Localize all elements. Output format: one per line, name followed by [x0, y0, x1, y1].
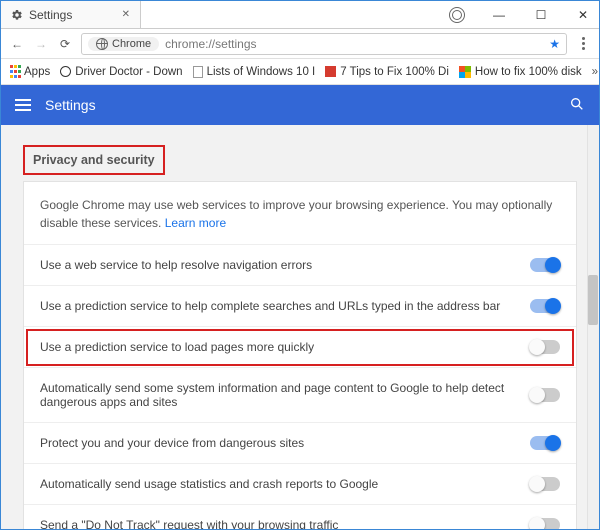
- setting-label: Automatically send some system informati…: [40, 381, 520, 409]
- apps-icon: [9, 65, 20, 79]
- window-titlebar: Settings ✕ — ☐ ✕: [1, 1, 599, 29]
- section-title-privacy: Privacy and security: [23, 145, 165, 175]
- scrollbar-thumb[interactable]: [588, 275, 598, 325]
- toggle-switch[interactable]: [530, 258, 560, 272]
- address-url: chrome://settings: [165, 37, 256, 51]
- minimize-button[interactable]: —: [487, 3, 511, 27]
- section-intro: Google Chrome may use web services to im…: [24, 182, 576, 245]
- toggle-knob: [529, 517, 545, 529]
- toggle-knob: [545, 298, 561, 314]
- bookmark-item[interactable]: 7 Tips to Fix 100% Di: [325, 66, 449, 78]
- toggle-switch[interactable]: [530, 477, 560, 491]
- bookmarks-overflow-button[interactable]: »: [592, 66, 598, 78]
- browser-tab[interactable]: Settings ✕: [1, 1, 141, 29]
- bookmark-item[interactable]: Driver Doctor - Down: [60, 66, 182, 78]
- setting-label: Protect you and your device from dangero…: [40, 436, 520, 450]
- setting-row: Automatically send usage statistics and …: [24, 464, 576, 505]
- toggle-switch[interactable]: [530, 299, 560, 313]
- setting-label: Send a "Do Not Track" request with your …: [40, 518, 520, 529]
- app-icon: [325, 66, 336, 77]
- setting-row: Use a web service to help resolve naviga…: [24, 245, 576, 286]
- maximize-button[interactable]: ☐: [529, 3, 553, 27]
- address-origin-chip: Chrome: [88, 37, 159, 51]
- privacy-card: Google Chrome may use web services to im…: [23, 181, 577, 529]
- toggle-knob: [545, 257, 561, 273]
- address-bar[interactable]: Chrome chrome://settings ★: [81, 33, 567, 55]
- reload-button[interactable]: ⟳: [57, 36, 73, 52]
- setting-row: Use a prediction service to help complet…: [24, 286, 576, 327]
- toggle-switch[interactable]: [530, 388, 560, 402]
- tab-title: Settings: [29, 8, 116, 22]
- address-chip-label: Chrome: [112, 38, 151, 50]
- setting-label: Use a prediction service to help complet…: [40, 299, 520, 313]
- profile-icon[interactable]: [445, 3, 469, 27]
- toggle-knob: [529, 339, 545, 355]
- apps-label: Apps: [24, 66, 50, 78]
- bookmark-label: 7 Tips to Fix 100% Di: [340, 66, 449, 78]
- bookmark-item[interactable]: How to fix 100% disk: [459, 66, 582, 78]
- learn-more-link[interactable]: Learn more: [165, 216, 226, 230]
- settings-title: Settings: [45, 97, 96, 113]
- intro-text: Google Chrome may use web services to im…: [40, 198, 552, 230]
- setting-row: Protect you and your device from dangero…: [24, 423, 576, 464]
- browser-menu-button[interactable]: [575, 36, 591, 52]
- bookmark-label: Driver Doctor - Down: [75, 66, 182, 78]
- close-window-button[interactable]: ✕: [571, 3, 595, 27]
- setting-label: Use a web service to help resolve naviga…: [40, 258, 520, 272]
- window-controls: — ☐ ✕: [141, 1, 599, 29]
- bookmarks-bar: Apps Driver Doctor - Down Lists of Windo…: [1, 59, 599, 85]
- toggle-knob: [545, 435, 561, 451]
- toggle-switch[interactable]: [530, 518, 560, 529]
- settings-header: Settings: [1, 85, 599, 125]
- menu-icon[interactable]: [15, 99, 31, 111]
- scrollbar-track[interactable]: [587, 125, 599, 529]
- microsoft-icon: [459, 66, 471, 78]
- apps-shortcut[interactable]: Apps: [9, 65, 50, 79]
- bookmark-label: Lists of Windows 10 I: [207, 66, 316, 78]
- forward-button[interactable]: →: [33, 36, 49, 52]
- bookmark-label: How to fix 100% disk: [475, 66, 582, 78]
- toggle-knob: [529, 476, 545, 492]
- search-icon[interactable]: [569, 96, 585, 115]
- bookmark-star-icon[interactable]: ★: [549, 37, 560, 51]
- settings-content: Privacy and security Google Chrome may u…: [1, 125, 599, 529]
- toggle-switch[interactable]: [530, 340, 560, 354]
- globe-icon: [96, 38, 108, 50]
- gear-icon: [11, 9, 23, 21]
- setting-row: Use a prediction service to load pages m…: [24, 327, 576, 368]
- setting-row: Send a "Do Not Track" request with your …: [24, 505, 576, 529]
- toolbar: ← → ⟳ Chrome chrome://settings ★: [1, 29, 599, 59]
- toggle-knob: [529, 387, 545, 403]
- target-icon: [60, 66, 71, 77]
- setting-label: Automatically send usage statistics and …: [40, 477, 520, 491]
- back-button[interactable]: ←: [9, 36, 25, 52]
- toggle-switch[interactable]: [530, 436, 560, 450]
- setting-label: Use a prediction service to load pages m…: [40, 340, 520, 354]
- bookmark-item[interactable]: Lists of Windows 10 I: [193, 66, 316, 78]
- close-tab-icon[interactable]: ✕: [122, 9, 130, 20]
- setting-row: Automatically send some system informati…: [24, 368, 576, 423]
- document-icon: [193, 66, 203, 78]
